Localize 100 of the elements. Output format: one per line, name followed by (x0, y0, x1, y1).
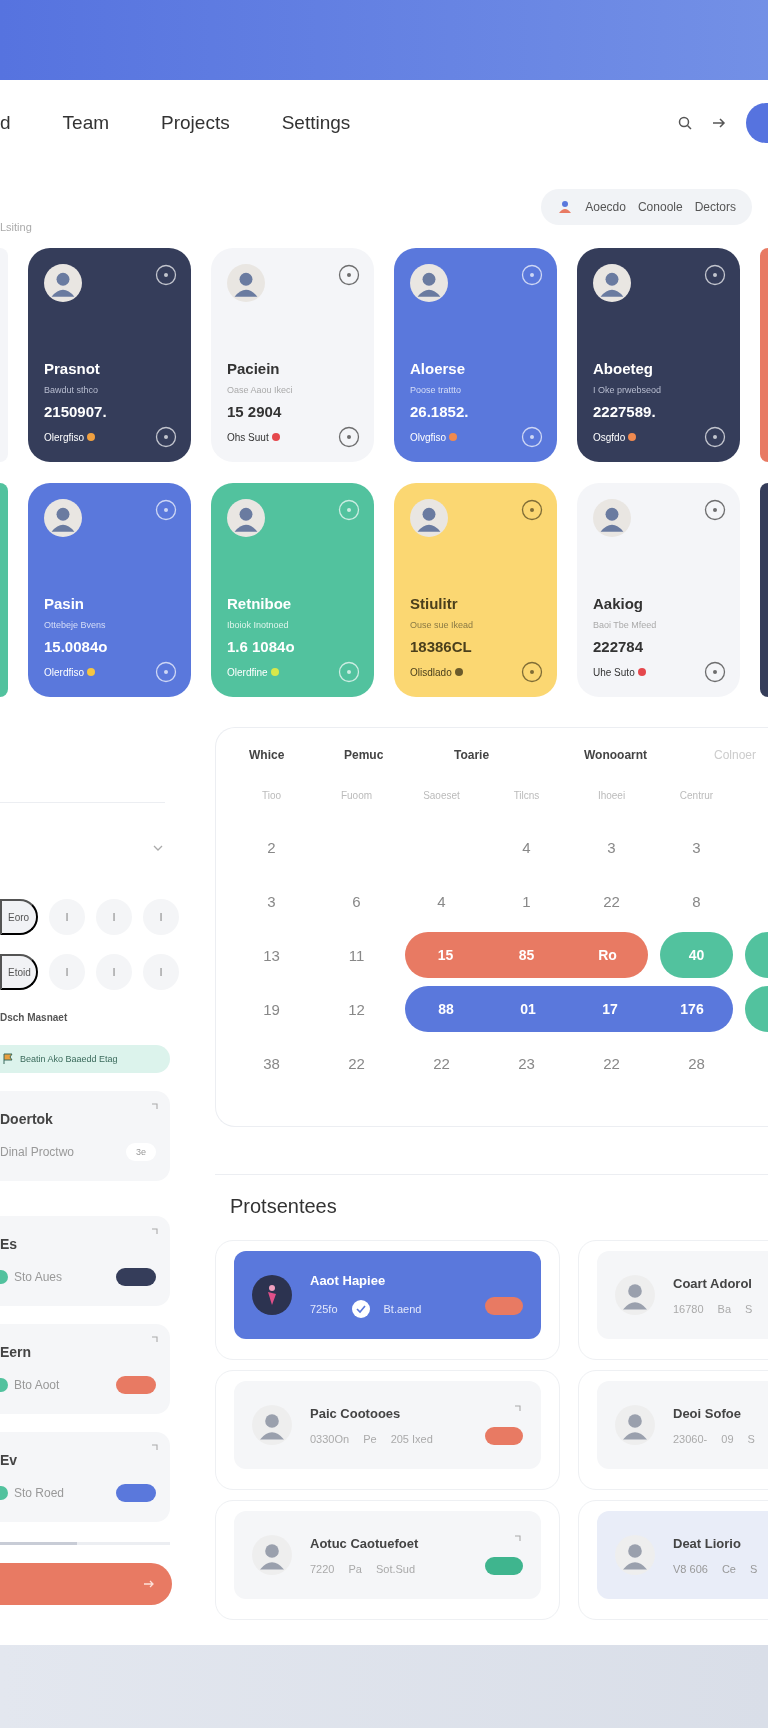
member-card[interactable]: Aakiog Baoi Tbe Mfeed 222784 Uhe Suto (577, 483, 740, 697)
filter-label: Dectors (694, 199, 736, 214)
person-stat: Ba (717, 1302, 732, 1315)
person-name: Coart Adorol (673, 1275, 753, 1291)
column-header: Wonooarnt (584, 748, 649, 762)
member-value: 18386CL (410, 638, 473, 655)
person-stat: 205 Ixed (390, 1432, 433, 1445)
person-stat: S (749, 1562, 758, 1575)
filter-pill[interactable]: Etoid (0, 954, 38, 990)
person-stat: 16780 (673, 1302, 704, 1315)
member-value: 2227589. (593, 403, 657, 420)
more-icon[interactable] (704, 499, 726, 521)
round-toggle[interactable]: I (96, 899, 132, 935)
task-card[interactable]: Eern Bto Aoot (0, 1324, 170, 1414)
chevron-down-icon[interactable] (153, 845, 163, 851)
person-stat: 0330On (310, 1432, 350, 1445)
task-card[interactable]: Doertok Dinal Proctwo 3e (0, 1091, 170, 1181)
section-label: Dsch Masnaet (0, 1012, 69, 1023)
event-day: 40 (660, 947, 733, 963)
filter-label: Aoecdo (585, 199, 626, 214)
member-status: Olerdfiso (44, 666, 84, 678)
member-card[interactable]: Stiulitr Ouse sue Ikead 18386CL Olisdlado (394, 483, 557, 697)
avatar (227, 264, 265, 302)
nav-tab[interactable]: Settings (281, 107, 351, 138)
more-icon[interactable] (521, 499, 543, 521)
member-card[interactable]: Paciein Oase Aaou Ikeci 15 2904 Ohs Suut (211, 248, 374, 462)
person-item[interactable]: Aaot Hapiee 725fo Bt.aend (234, 1251, 541, 1339)
person-stat: Pa (348, 1562, 362, 1575)
arrow-right-icon (144, 1580, 154, 1588)
task-title: Eern (0, 1344, 33, 1360)
weekday-label: Fuoom (339, 788, 374, 803)
member-name: Retniboe (227, 595, 293, 612)
column-header: Whice (249, 748, 286, 762)
round-toggle[interactable]: I (49, 954, 85, 990)
round-toggle[interactable]: I (49, 899, 85, 935)
avatar (615, 1405, 655, 1445)
nav-tab[interactable]: Team (62, 107, 110, 138)
column-header: Pemuc (344, 748, 385, 762)
day-number: 28 (687, 1053, 706, 1074)
person-stat: V8 606 (673, 1562, 708, 1575)
member-status: Olisdlado (410, 666, 452, 678)
avatar (44, 499, 82, 537)
person-stat: Bt.aend (383, 1302, 422, 1315)
more-icon[interactable] (338, 264, 360, 286)
person-stat: 23060- (673, 1432, 708, 1445)
day-number: 22 (602, 891, 621, 912)
nav-tab[interactable]: Projects (161, 107, 230, 138)
member-value: 1.6 1084o (227, 638, 296, 655)
task-card[interactable]: Es Sto Aues (0, 1216, 170, 1306)
search-icon[interactable] (678, 115, 692, 130)
member-value: 26.1852. (410, 403, 470, 420)
day-number: 22 (432, 1053, 451, 1074)
day-number: 13 (262, 945, 281, 966)
member-role: Ottebeje Bvens (44, 620, 107, 630)
day-number: 22 (602, 1053, 621, 1074)
arrow-right-icon[interactable] (712, 116, 726, 129)
member-role: Ouse sue Ikead (410, 620, 475, 630)
avatar (615, 1275, 655, 1315)
weekday-label: Ihoeei (596, 788, 627, 803)
avatar (410, 499, 448, 537)
day-number: 19 (262, 999, 281, 1020)
day-number: 23 (517, 1053, 536, 1074)
person-item[interactable]: Deat Liorio V8 606 Ce S (597, 1511, 768, 1599)
member-role: Oase Aaou Ikeci (227, 385, 294, 395)
member-name: Prasnot (44, 360, 101, 377)
column-header: Toarie (454, 748, 491, 762)
member-value: 15 2904 (227, 403, 283, 420)
filter-pill[interactable]: Eoro (0, 899, 38, 935)
task-subtitle: Dinal Proctwo (0, 1145, 75, 1159)
member-status: Ohs Suut (227, 431, 269, 443)
round-toggle[interactable]: I (96, 954, 132, 990)
round-toggle[interactable]: I (143, 954, 179, 990)
avatar (593, 499, 631, 537)
person-item[interactable]: Paic Cootooes 0330On Pe 205 Ixed (234, 1381, 541, 1469)
member-value: 2150907. (44, 403, 108, 420)
tag-chip[interactable]: Beatin Ako Baaedd Etag (0, 1045, 170, 1073)
person-item[interactable]: Coart Adorol 16780 Ba S (597, 1251, 768, 1339)
avatar (44, 264, 82, 302)
next-button[interactable] (0, 1563, 172, 1605)
person-item[interactable]: Aotuc Caotuefoet 7220 Pa Sot.Sud (234, 1511, 541, 1599)
day-number: 4 (436, 891, 447, 912)
event-bar[interactable]: 88 01 17 176 (405, 986, 733, 1032)
person-stat: 725fo (310, 1302, 338, 1315)
round-toggle[interactable]: I (143, 899, 179, 935)
day-number: 2 (266, 837, 277, 858)
person-stat: Ce (721, 1562, 736, 1575)
event-day: Ro (567, 947, 648, 963)
nav-tab[interactable]: d (0, 107, 11, 138)
member-status: Olvgfiso (410, 431, 447, 443)
person-stat: Sot.Sud (375, 1562, 416, 1575)
avatar (252, 1405, 292, 1445)
filter-chip[interactable]: Aoecdo Conoole Dectors (541, 188, 752, 225)
member-status: Osgfdo (593, 431, 626, 443)
person-item[interactable]: Deoi Sofoe 23060- 09 S (597, 1381, 768, 1469)
task-subtitle: Bto Aoot (14, 1378, 60, 1392)
task-card[interactable]: Ev Sto Roed (0, 1432, 170, 1522)
member-role: Bawdut sthco (44, 385, 100, 395)
day-number: 3 (606, 837, 617, 858)
day-number: 22 (347, 1053, 366, 1074)
event-day: 17 (569, 1001, 651, 1017)
